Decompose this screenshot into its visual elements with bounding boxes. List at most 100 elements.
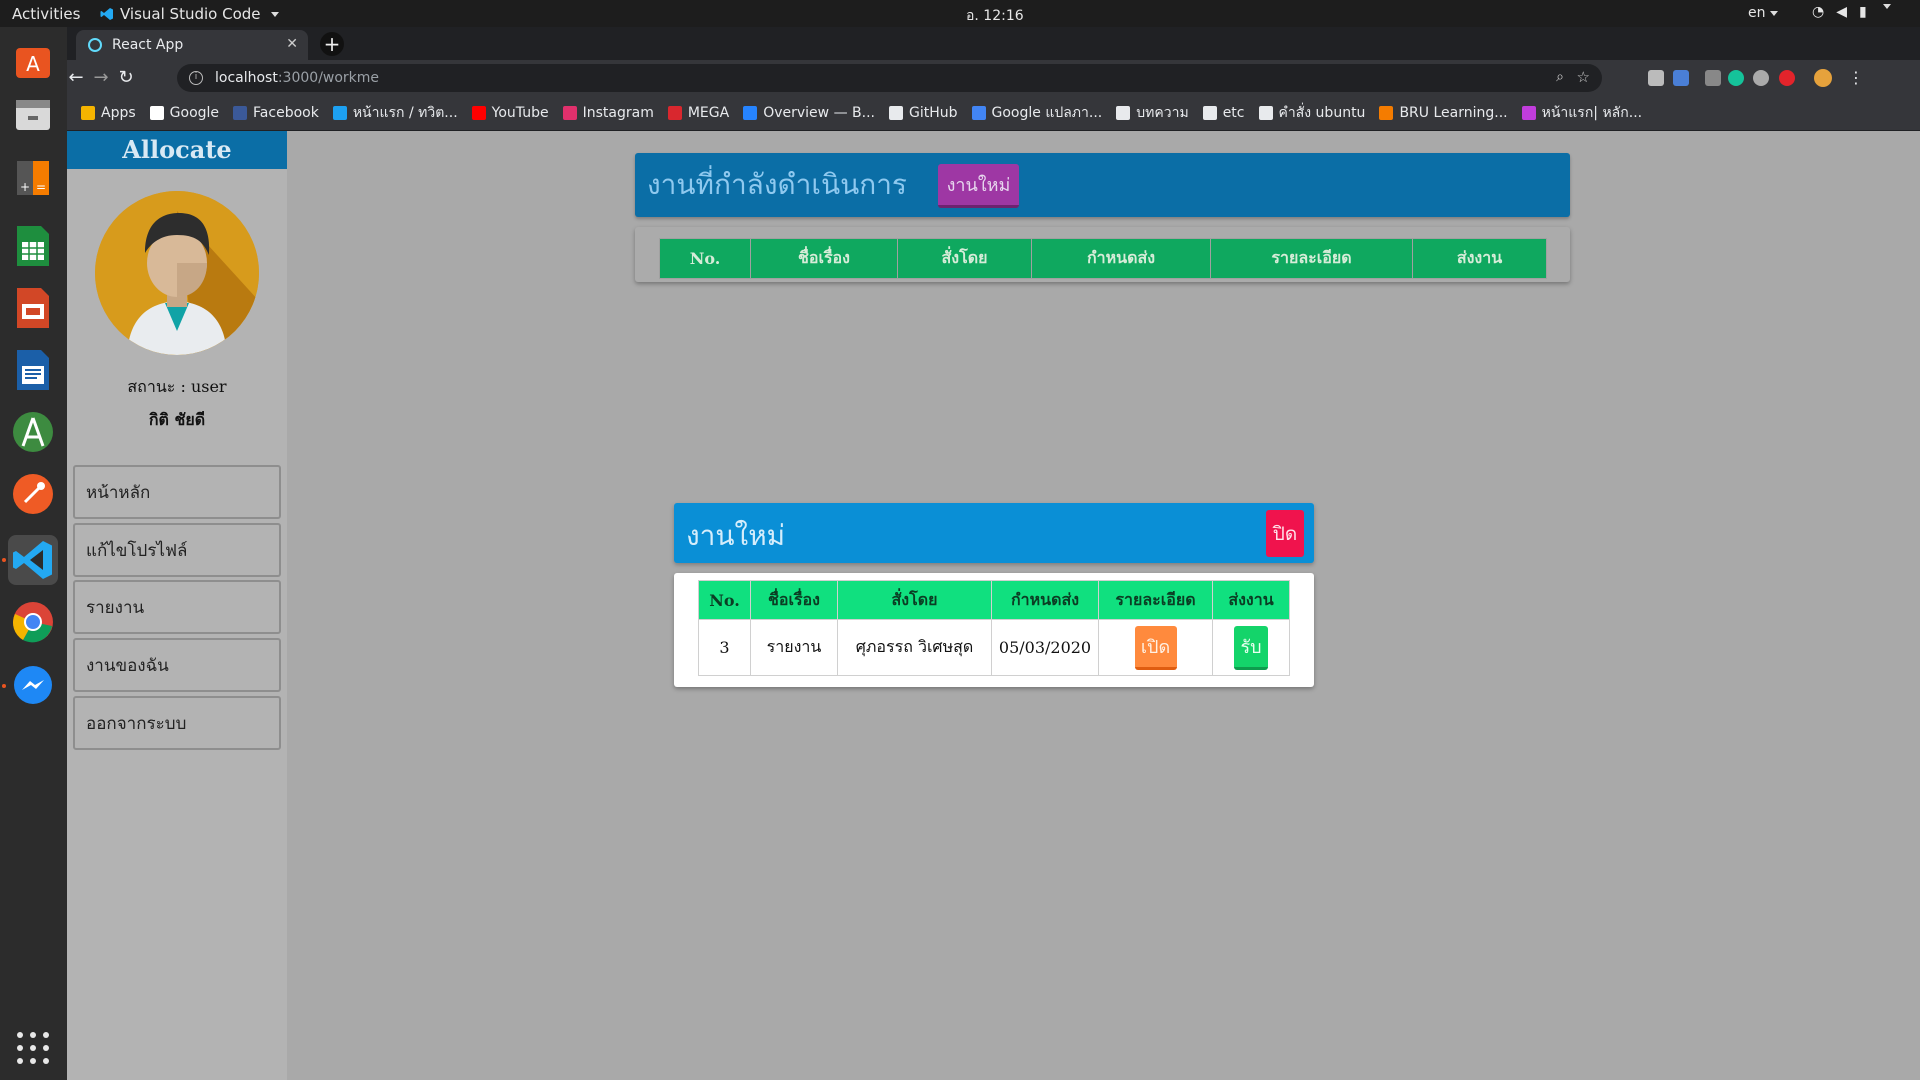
bookmark-label: บทความ xyxy=(1136,105,1189,121)
new-tab-button[interactable]: + xyxy=(320,32,344,56)
system-tray[interactable]: ◔ ◀ ▮ xyxy=(1812,4,1891,20)
activities-button[interactable]: Activities xyxy=(12,5,80,23)
forward-arrow-icon[interactable]: → xyxy=(90,67,112,89)
bookmark-item[interactable]: บทความ xyxy=(1116,102,1189,124)
battery-icon: ▮ xyxy=(1859,4,1867,20)
table-row: 3 รายงาน ศุภอรรถ วิเศษสุด 05/03/2020 เปิ… xyxy=(698,619,1290,676)
bookmark-label: Apps xyxy=(101,105,136,121)
bookmark-star-icon[interactable]: ☆ xyxy=(1577,68,1590,86)
url-host: localhost xyxy=(215,70,278,86)
volume-icon: ◀ xyxy=(1836,4,1847,20)
android-studio-icon[interactable] xyxy=(8,407,58,457)
menu-report-button[interactable]: รายงาน xyxy=(73,580,281,634)
bookmark-item[interactable]: Facebook xyxy=(233,105,319,121)
files-icon[interactable] xyxy=(8,89,58,139)
software-center-icon[interactable]: A xyxy=(8,35,58,85)
language-indicator[interactable]: en xyxy=(1748,5,1778,21)
menu-my-tasks-button[interactable]: งานของฉัน xyxy=(73,638,281,692)
app-root: Allocate สถานะ : user กิติ ชัยดี หน้าหลั… xyxy=(67,131,1920,1080)
info-icon[interactable]: i xyxy=(189,71,203,85)
address-bar[interactable]: i localhost:3000/workme ⌕ ☆ xyxy=(177,64,1602,92)
close-icon[interactable]: ✕ xyxy=(286,36,298,52)
screenshot-extension-icon[interactable] xyxy=(1648,70,1664,86)
chat-extension-icon[interactable] xyxy=(1753,70,1769,86)
postman-icon[interactable] xyxy=(8,469,58,519)
bookmark-label: หน้าแรก| หลัก... xyxy=(1541,105,1643,121)
new-tasks-title: งานใหม่ xyxy=(686,519,786,552)
bookmark-favicon-icon xyxy=(149,106,164,120)
tab-react-app[interactable]: React App ✕ xyxy=(76,30,308,60)
close-modal-button[interactable]: ปิด xyxy=(1266,510,1304,557)
new-tasks-table: No. ชื่อเรื่อง สั่งโดย กำหนดส่ง รายละเอี… xyxy=(698,580,1290,676)
bookmark-item[interactable]: Google xyxy=(149,105,219,121)
task-assigned-by: ศุภอรรถ วิเศษสุด xyxy=(837,619,992,676)
app-menu-label: Visual Studio Code xyxy=(120,5,261,23)
show-applications-icon[interactable] xyxy=(17,1032,49,1064)
grammarly-extension-icon[interactable] xyxy=(1728,70,1744,86)
chevron-down-icon xyxy=(1882,4,1891,9)
new-tasks-modal-header: งานใหม่ ปิด xyxy=(674,503,1314,563)
bookmark-item[interactable]: MEGA xyxy=(667,105,729,121)
column-header: No. xyxy=(659,238,751,279)
bookmark-item[interactable]: GitHub xyxy=(888,105,958,121)
profile-avatar[interactable] xyxy=(1814,69,1832,87)
sidebar: Allocate สถานะ : user กิติ ชัยดี หน้าหลั… xyxy=(67,131,287,1080)
column-header: No. xyxy=(698,580,751,620)
bookmark-label: etc xyxy=(1222,105,1245,121)
back-arrow-icon[interactable]: ← xyxy=(65,67,87,89)
app-menu[interactable]: Visual Studio Code xyxy=(100,5,279,23)
bookmark-favicon-icon xyxy=(667,106,682,120)
bookmark-item[interactable]: Apps xyxy=(81,105,136,121)
bookmark-favicon-icon xyxy=(81,106,95,120)
picture-in-picture-extension-icon[interactable] xyxy=(1705,70,1721,86)
chrome-icon[interactable] xyxy=(8,597,58,647)
bookmark-item[interactable]: etc xyxy=(1202,105,1245,121)
new-tasks-modal-body: No. ชื่อเรื่อง สั่งโดย กำหนดส่ง รายละเอี… xyxy=(674,573,1314,687)
open-detail-button[interactable]: เปิด xyxy=(1134,625,1177,670)
accept-task-button[interactable]: รับ xyxy=(1234,625,1268,670)
user-name: กิติ ชัยดี xyxy=(148,410,206,429)
bookmark-item[interactable]: คำสั่ง ubuntu xyxy=(1258,102,1365,124)
avatar xyxy=(95,191,259,355)
menu-home-button[interactable]: หน้าหลัก xyxy=(73,465,281,519)
bookmark-item[interactable]: YouTube xyxy=(471,105,549,121)
ubuntu-dock: A + = xyxy=(0,27,67,1080)
react-favicon-icon xyxy=(88,38,102,52)
language-label: en xyxy=(1748,5,1766,21)
tab-title: React App xyxy=(112,37,184,53)
bookmark-item[interactable]: Google แปลภา... xyxy=(971,102,1103,124)
menu-logout-button[interactable]: ออกจากระบบ xyxy=(73,696,281,750)
bookmark-item[interactable]: หน้าแรก| หลัก... xyxy=(1521,102,1643,124)
more-vert-icon[interactable]: ⋮ xyxy=(1845,67,1867,89)
column-header: ชื่อเรื่อง xyxy=(750,580,838,620)
writer-icon[interactable] xyxy=(8,345,58,395)
running-indicator xyxy=(2,558,6,562)
clock[interactable]: อ. 12:16 xyxy=(966,5,1024,27)
user-avatar-icon xyxy=(95,191,259,355)
in-progress-panel-header: งานที่กำลังดำเนินการ งานใหม่ xyxy=(635,153,1570,217)
messenger-icon[interactable] xyxy=(8,661,58,711)
url-path: :3000/workme xyxy=(277,70,380,86)
column-header: รายละเอียด xyxy=(1210,238,1413,279)
menu-edit-profile-button[interactable]: แก้ไขโปรไฟล์ xyxy=(73,523,281,577)
reload-icon[interactable]: ↻ xyxy=(115,67,137,89)
translate-extension-icon[interactable] xyxy=(1673,70,1689,86)
bookmark-item[interactable]: Instagram xyxy=(562,105,654,121)
spreadsheet-icon[interactable] xyxy=(8,221,58,271)
new-tasks-button[interactable]: งานใหม่ xyxy=(938,164,1019,208)
bookmark-item[interactable]: BRU Learning... xyxy=(1379,105,1508,121)
bookmark-label: Google แปลภา... xyxy=(991,105,1103,121)
bookmarks-bar: Apps Google Facebook หน้าแรก / ทวิต... YouTu… xyxy=(67,96,1920,131)
vscode-icon[interactable] xyxy=(8,535,58,585)
column-header: ส่งงาน xyxy=(1212,580,1290,620)
presentation-icon[interactable] xyxy=(8,283,58,333)
bookmark-item[interactable]: หน้าแรก / ทวิต... xyxy=(332,102,458,124)
zoom-icon[interactable]: ⌕ xyxy=(1556,69,1564,85)
bookmark-item[interactable]: Overview — B... xyxy=(743,105,875,121)
calculator-icon[interactable]: + = xyxy=(8,153,58,203)
column-header: ส่งงาน xyxy=(1412,238,1547,279)
task-subject: รายงาน xyxy=(750,619,838,676)
wifi-icon: ◔ xyxy=(1812,4,1825,20)
record-extension-icon[interactable] xyxy=(1779,70,1795,86)
chevron-down-icon xyxy=(270,11,279,17)
